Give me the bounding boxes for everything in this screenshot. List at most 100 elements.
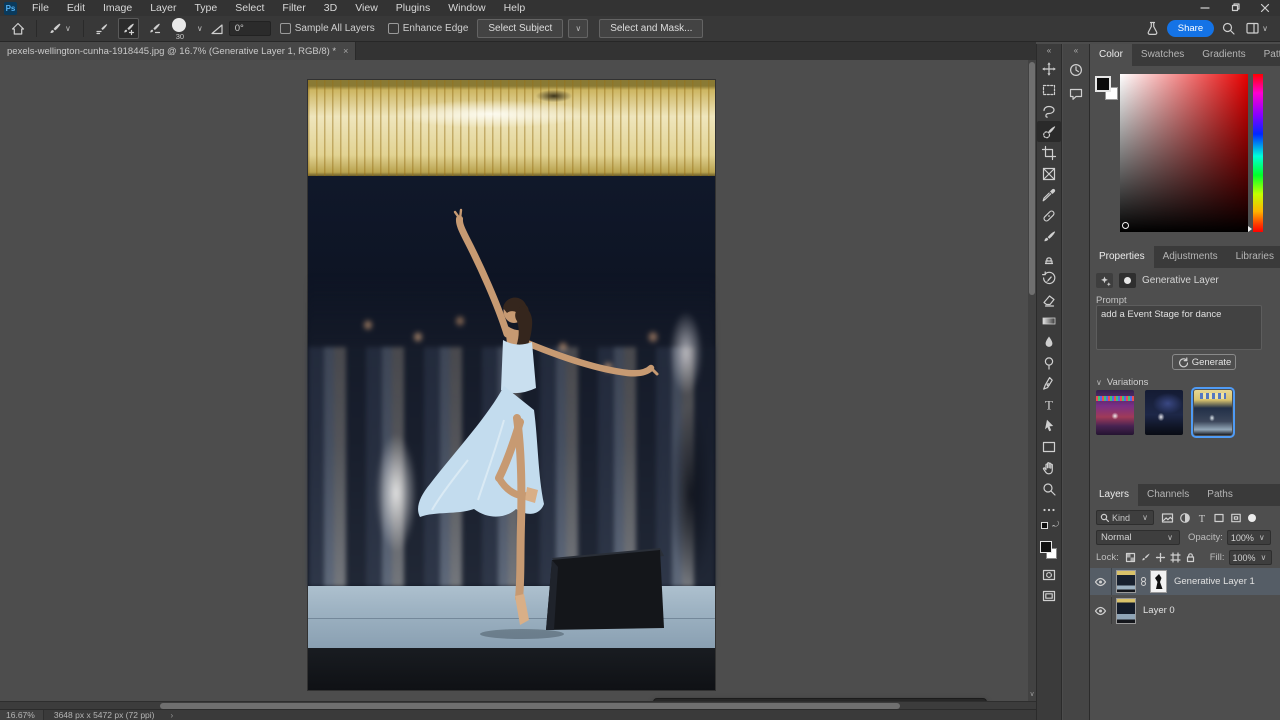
variation-thumbnail-2[interactable] xyxy=(1145,390,1183,435)
tab-color[interactable]: Color xyxy=(1090,44,1132,66)
screen-mode-icon[interactable] xyxy=(1037,585,1061,606)
crop-tool[interactable] xyxy=(1037,142,1061,163)
layer-thumbnail[interactable] xyxy=(1116,598,1136,624)
foreground-color-swatch[interactable] xyxy=(1040,541,1052,553)
selection-brush-tool[interactable] xyxy=(1037,121,1061,142)
type-tool[interactable]: T xyxy=(1037,394,1061,415)
share-button[interactable]: Share xyxy=(1167,20,1214,37)
menu-layer[interactable]: Layer xyxy=(141,0,185,16)
eraser-tool[interactable] xyxy=(1037,289,1061,310)
opacity-field[interactable]: 100% ∨ xyxy=(1227,530,1271,545)
tab-libraries[interactable]: Libraries xyxy=(1227,246,1280,268)
zoom-level-field[interactable]: 16.67% xyxy=(0,710,44,720)
layer-name[interactable]: Generative Layer 1 xyxy=(1174,576,1255,587)
tool-preset-icon[interactable]: ∨ xyxy=(45,19,75,39)
tab-layers[interactable]: Layers xyxy=(1090,484,1138,506)
filter-adjustment-layers-icon[interactable] xyxy=(1176,512,1193,524)
close-tab-icon[interactable]: × xyxy=(343,46,348,56)
tab-swatches[interactable]: Swatches xyxy=(1132,44,1193,66)
filter-shape-layers-icon[interactable] xyxy=(1210,512,1227,524)
layer-row-layer-0[interactable]: Layer 0 xyxy=(1090,597,1280,624)
enhance-edge-checkbox[interactable]: Enhance Edge xyxy=(388,23,469,34)
filter-pixel-layers-icon[interactable] xyxy=(1159,512,1176,524)
chevron-down-icon[interactable]: ∨ xyxy=(195,24,205,33)
foreground-background-colors[interactable] xyxy=(1037,538,1061,564)
canvas-area[interactable]: Event Stag... ‹ 2/3 › Generate … ∨ xyxy=(0,60,1036,701)
rectangle-tool[interactable] xyxy=(1037,436,1061,457)
brush-tool[interactable] xyxy=(1037,226,1061,247)
close-window-button[interactable] xyxy=(1250,0,1280,16)
color-swatches-widget[interactable] xyxy=(1095,76,1121,102)
selection-brush-new-icon[interactable] xyxy=(92,18,113,39)
history-brush-tool[interactable] xyxy=(1037,268,1061,289)
rectangular-marquee-tool[interactable] xyxy=(1037,79,1061,100)
sample-all-layers-checkbox[interactable]: Sample All Layers xyxy=(280,23,375,34)
menu-filter[interactable]: Filter xyxy=(273,0,314,16)
menu-view[interactable]: View xyxy=(346,0,387,16)
hand-tool[interactable] xyxy=(1037,457,1061,478)
menu-select[interactable]: Select xyxy=(226,0,273,16)
default-colors-icon[interactable]: ⤾ xyxy=(1037,520,1061,534)
layer-filter-dropdown[interactable]: Kind ∨ xyxy=(1096,510,1154,525)
selection-brush-subtract-icon[interactable] xyxy=(144,18,165,39)
tab-patterns[interactable]: Patterns xyxy=(1255,44,1280,66)
clone-stamp-tool[interactable] xyxy=(1037,247,1061,268)
blur-tool[interactable] xyxy=(1037,331,1061,352)
tab-channels[interactable]: Channels xyxy=(1138,484,1198,506)
path-selection-tool[interactable] xyxy=(1037,415,1061,436)
tab-properties[interactable]: Properties xyxy=(1090,246,1154,268)
edit-toolbar-icon[interactable] xyxy=(1037,499,1061,520)
menu-plugins[interactable]: Plugins xyxy=(387,0,439,16)
horizontal-scrollbar[interactable] xyxy=(0,701,1036,709)
beta-features-flask-icon[interactable] xyxy=(1143,19,1162,39)
tab-paths[interactable]: Paths xyxy=(1198,484,1242,506)
checkbox-box[interactable] xyxy=(388,23,399,34)
comments-icon[interactable] xyxy=(1064,82,1089,106)
document-tab[interactable]: pexels-wellington-cunha-1918445.jpg @ 16… xyxy=(0,42,356,60)
color-cursor[interactable] xyxy=(1122,222,1129,229)
move-tool[interactable] xyxy=(1037,58,1061,79)
generate-button[interactable]: Generate xyxy=(1172,354,1236,370)
lock-image-pixels-icon[interactable] xyxy=(1138,552,1153,563)
hue-slider-handle[interactable] xyxy=(1248,226,1252,232)
history-icon[interactable] xyxy=(1064,58,1089,82)
checkbox-box[interactable] xyxy=(280,23,291,34)
lock-position-icon[interactable] xyxy=(1153,552,1168,563)
filter-smart-objects-icon[interactable] xyxy=(1227,512,1244,524)
select-subject-button[interactable]: Select Subject xyxy=(477,19,563,38)
search-icon[interactable] xyxy=(1219,19,1238,39)
select-and-mask-button[interactable]: Select and Mask... xyxy=(599,19,703,38)
menu-file[interactable]: File xyxy=(23,0,58,16)
menu-window[interactable]: Window xyxy=(439,0,494,16)
vertical-scrollbar-thumb[interactable] xyxy=(1029,62,1035,295)
menu-help[interactable]: Help xyxy=(495,0,535,16)
prompt-textarea[interactable]: add a Event Stage for dance xyxy=(1096,305,1262,350)
filter-toggle[interactable] xyxy=(1248,514,1256,522)
variation-thumbnail-1[interactable] xyxy=(1096,390,1134,435)
dodge-tool[interactable] xyxy=(1037,352,1061,373)
select-subject-options-button[interactable]: ∨ xyxy=(568,19,588,38)
home-icon[interactable] xyxy=(8,19,28,39)
vertical-scrollbar[interactable] xyxy=(1028,60,1036,701)
restore-button[interactable] xyxy=(1220,0,1250,16)
quick-mask-mode-icon[interactable] xyxy=(1037,564,1061,585)
layer-mask-thumbnail[interactable] xyxy=(1150,570,1167,593)
menu-edit[interactable]: Edit xyxy=(58,0,94,16)
expand-dock-icon[interactable]: « xyxy=(1063,44,1089,58)
menu-3d[interactable]: 3D xyxy=(315,0,346,16)
lasso-tool[interactable] xyxy=(1037,100,1061,121)
healing-brush-tool[interactable] xyxy=(1037,205,1061,226)
layer-name[interactable]: Layer 0 xyxy=(1143,605,1175,616)
collapse-toolbar-icon[interactable]: « xyxy=(1037,44,1061,58)
lock-artboard-icon[interactable] xyxy=(1168,552,1183,563)
brush-angle-field[interactable]: 0° xyxy=(229,21,271,36)
hue-slider[interactable] xyxy=(1253,74,1263,232)
layer-visibility-toggle[interactable] xyxy=(1090,568,1112,595)
layer-row-generative-layer-1[interactable]: Generative Layer 1 xyxy=(1090,568,1280,595)
layer-visibility-toggle[interactable] xyxy=(1090,597,1112,624)
tab-gradients[interactable]: Gradients xyxy=(1193,44,1254,66)
pen-tool[interactable] xyxy=(1037,373,1061,394)
blend-mode-dropdown[interactable]: Normal ∨ xyxy=(1096,530,1180,545)
lock-all-icon[interactable] xyxy=(1183,552,1198,563)
menu-type[interactable]: Type xyxy=(185,0,226,16)
